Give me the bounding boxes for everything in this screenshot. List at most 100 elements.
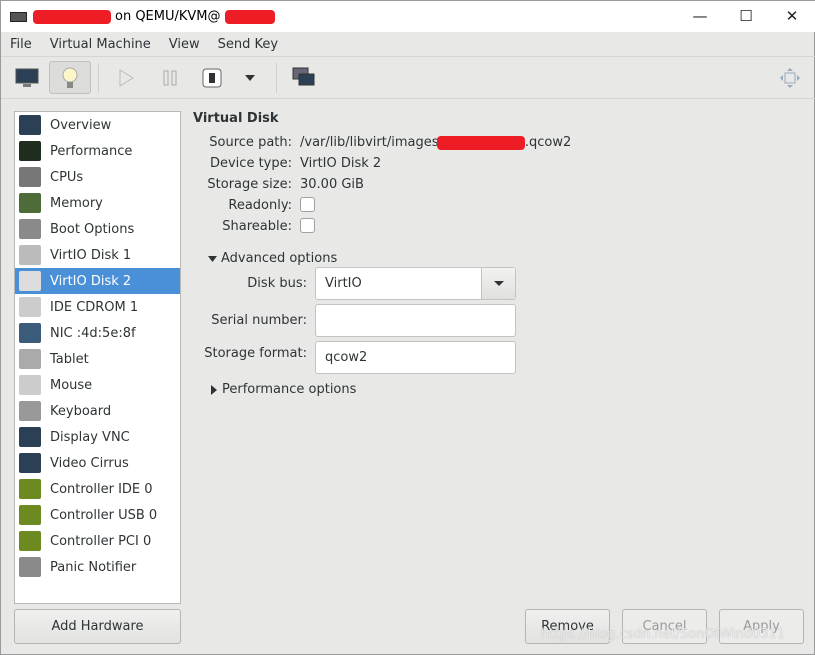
snapshots-button[interactable] (283, 61, 325, 94)
source-path-prefix: /var/lib/libvirt/images/ (300, 135, 443, 150)
shutdown-menu-button[interactable] (230, 61, 270, 94)
performance-icon (19, 141, 41, 161)
sidebar-item-label: NIC :4d:5e:8f (50, 325, 136, 341)
sidebar-item[interactable]: Memory (15, 190, 180, 216)
menu-send-key[interactable]: Send Key (209, 37, 287, 52)
storage-format-label: Storage format: (204, 346, 307, 361)
shareable-checkbox[interactable] (300, 218, 315, 233)
storage-format-input[interactable]: qcow2 (315, 341, 516, 374)
disk-icon (19, 245, 41, 265)
collapsed-triangle-icon (211, 384, 217, 395)
serial-number-label: Serial number: (211, 313, 307, 328)
sidebar-item-label: Boot Options (50, 221, 135, 237)
fullscreen-icon (780, 67, 800, 88)
app-logo-icon (10, 11, 27, 22)
sidebar-item-label: CPUs (50, 169, 84, 185)
mouse-icon (19, 375, 41, 395)
pause-button[interactable] (149, 61, 191, 94)
sidebar-item[interactable]: Controller USB 0 (15, 502, 180, 528)
controller-icon (19, 479, 41, 499)
storage-size-value: 30.00 GiB (300, 177, 364, 192)
fullscreen-button[interactable] (769, 61, 811, 94)
gears-icon (19, 219, 41, 239)
source-path-suffix: .qcow2 (524, 135, 572, 150)
menu-virtual-machine[interactable]: Virtual Machine (41, 37, 160, 52)
sidebar-item[interactable]: Boot Options (15, 216, 180, 242)
disk-bus-value: VirtIO (325, 276, 362, 291)
redacted-filename (436, 135, 525, 150)
advanced-options-expander[interactable]: Advanced options (208, 251, 337, 266)
controller-icon (19, 531, 41, 551)
sidebar-item[interactable]: Panic Notifier (15, 554, 180, 580)
readonly-label: Readonly: (228, 198, 292, 213)
power-switch-icon (202, 68, 222, 87)
chevron-down-icon (493, 281, 504, 286)
toolbar (1, 57, 815, 99)
disk-bus-select[interactable]: VirtIO (315, 267, 516, 300)
sidebar-item-label: VirtIO Disk 1 (50, 247, 132, 263)
disk-bus-dropdown-button[interactable] (481, 268, 515, 299)
details-button[interactable] (49, 61, 91, 94)
sidebar-item[interactable]: Mouse (15, 372, 180, 398)
menu-bar: File Virtual Machine View Send Key (1, 32, 815, 57)
sidebar-item-label: Display VNC (50, 429, 130, 445)
hardware-list: Overview Performance CPUs Memory Boot Option… (14, 111, 181, 604)
sidebar-item-label: Mouse (50, 377, 93, 393)
gears-icon (19, 557, 41, 577)
run-button[interactable] (105, 61, 147, 94)
sidebar-item[interactable]: Display VNC (15, 424, 180, 450)
keyboard-icon (19, 401, 41, 421)
sidebar-item-label: Tablet (50, 351, 89, 367)
sidebar-item-label: Performance (50, 143, 133, 159)
dropdown-icon (245, 74, 255, 81)
sidebar-item[interactable]: Performance (15, 138, 180, 164)
sidebar-item[interactable]: NIC :4d:5e:8f (15, 320, 180, 346)
shutdown-button[interactable] (191, 61, 233, 94)
sidebar-item-label: Keyboard (50, 403, 112, 419)
network-icon (19, 323, 41, 343)
sidebar-item[interactable]: Tablet (15, 346, 180, 372)
snapshots-icon (292, 67, 315, 85)
disk-icon (19, 271, 41, 291)
console-button[interactable] (6, 61, 48, 94)
cdrom-icon (19, 297, 41, 317)
performance-options-label: Performance options (222, 382, 357, 397)
lightbulb-icon (62, 67, 78, 88)
readonly-checkbox[interactable] (300, 197, 315, 212)
add-hardware-button[interactable]: Add Hardware (14, 609, 181, 644)
watermark: https://blog.csdn.net/SonOfWind0311 (541, 627, 786, 642)
sidebar-item-label: VirtIO Disk 2 (50, 273, 132, 289)
storage-size-label: Storage size: (207, 177, 292, 192)
close-button[interactable]: ✕ (782, 7, 802, 27)
menu-file[interactable]: File (1, 37, 41, 52)
redacted-host (224, 9, 275, 24)
sidebar-item[interactable]: Controller PCI 0 (15, 528, 180, 554)
performance-options-expander[interactable]: Performance options (210, 382, 356, 397)
sidebar-item[interactable]: Controller IDE 0 (15, 476, 180, 502)
sidebar-item[interactable]: VirtIO Disk 1 (15, 242, 180, 268)
title-bar: on QEMU/KVM@ — ☐ ✕ (1, 1, 815, 32)
device-type-label: Device type: (209, 156, 292, 171)
sidebar-item[interactable]: CPUs (15, 164, 180, 190)
window-title: on QEMU/KVM@ (33, 9, 275, 24)
expanded-triangle-icon (208, 255, 217, 262)
sidebar-item-label: Overview (50, 117, 112, 133)
title-text: on QEMU/KVM@ (115, 9, 221, 24)
sidebar-item-label: Panic Notifier (50, 559, 137, 575)
sidebar-item[interactable]: Keyboard (15, 398, 180, 424)
serial-number-input[interactable] (315, 304, 516, 337)
sidebar-item-label: Memory (50, 195, 103, 211)
source-path-value: /var/lib/libvirt/images/ .qcow2 (300, 135, 571, 150)
sidebar-item[interactable]: Overview (15, 112, 180, 138)
sidebar-item[interactable]: Video Cirrus (15, 450, 180, 476)
sidebar-item-label: Video Cirrus (50, 455, 129, 471)
play-icon (119, 68, 134, 87)
sidebar-item-label: Controller USB 0 (50, 507, 158, 523)
sidebar-item[interactable]: IDE CDROM 1 (15, 294, 180, 320)
minimize-button[interactable]: — (690, 7, 710, 27)
menu-view[interactable]: View (160, 37, 209, 52)
sidebar-item-label: Controller PCI 0 (50, 533, 152, 549)
sidebar-item[interactable]: VirtIO Disk 2 (15, 268, 180, 294)
maximize-button[interactable]: ☐ (736, 7, 756, 27)
sidebar-item-label: IDE CDROM 1 (50, 299, 139, 315)
